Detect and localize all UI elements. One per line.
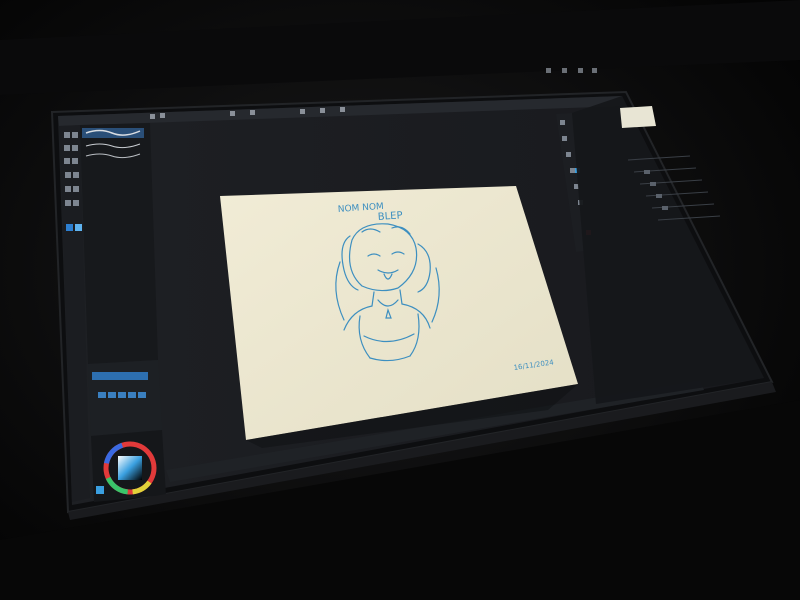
- brush-setting-swatches[interactable]: [98, 392, 146, 398]
- brush-panel: [80, 123, 158, 364]
- brush-icon[interactable]: [66, 224, 73, 231]
- photo-scene: NOM NOM BLEP 16/11/2024: [0, 0, 800, 600]
- fill-icon[interactable]: [75, 224, 82, 231]
- speech-line-2: BLEP: [377, 210, 402, 223]
- current-color-swatch[interactable]: [96, 486, 104, 494]
- brush-size-bar[interactable]: [92, 372, 148, 380]
- color-square[interactable]: [118, 456, 142, 480]
- navigator-preview: [620, 106, 656, 128]
